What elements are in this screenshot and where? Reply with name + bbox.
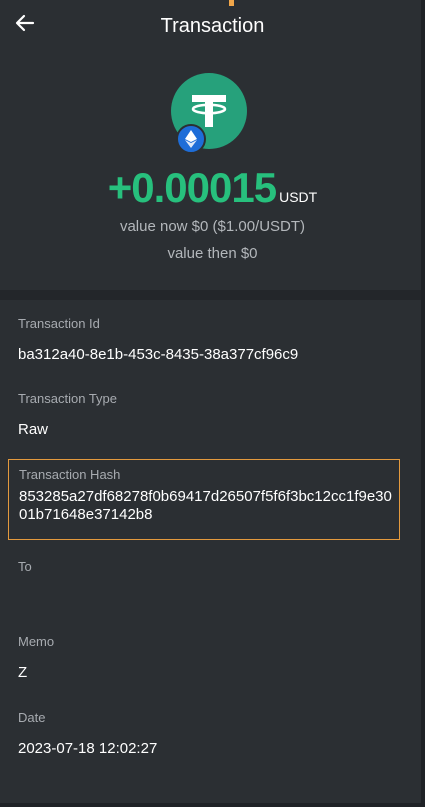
transaction-hash-value[interactable]: 853285a27df68278f0b69417d26507f5f6f3bc12… [19, 488, 399, 524]
right-edge-border [421, 0, 425, 807]
memo-field: Memo Z [18, 634, 408, 682]
transaction-type-value: Raw [18, 421, 49, 438]
page-title: Transaction [160, 15, 265, 37]
amount-unit: USDT [279, 189, 318, 205]
date-value: 2023-07-18 12:02:27 [18, 740, 158, 757]
amount-value: +0.00015 [107, 164, 277, 211]
transaction-id-label: Transaction Id [18, 316, 100, 331]
transaction-hash-field[interactable]: Transaction Hash 853285a27df68278f0b6941… [8, 459, 400, 540]
coin-avatar [171, 73, 247, 154]
memo-label: Memo [18, 634, 55, 649]
transaction-screen: Transaction +0.00015 USDT value now $0 ($… [0, 0, 425, 807]
ethereum-icon [176, 124, 206, 154]
date-field: Date 2023-07-18 12:02:27 [18, 710, 408, 758]
amount-display: +0.00015 USDT [0, 164, 425, 212]
header-bar: Transaction [0, 0, 425, 54]
value-then-text: value then $0 [167, 245, 258, 262]
to-field: To [18, 559, 408, 589]
transaction-id-field: Transaction Id ba312a40-8e1b-453c-8435-3… [18, 316, 408, 364]
section-divider [0, 290, 425, 300]
transaction-type-field: Transaction Type Raw [18, 391, 408, 439]
memo-value: Z [18, 664, 28, 681]
to-label: To [18, 559, 32, 574]
bottom-edge-border [0, 803, 425, 807]
value-now-text: value now $0 ($1.00/USDT) [119, 218, 306, 235]
transaction-type-label: Transaction Type [18, 391, 117, 406]
transaction-hash-label: Transaction Hash [19, 467, 121, 482]
transaction-id-value[interactable]: ba312a40-8e1b-453c-8435-38a377cf96c9 [18, 346, 408, 364]
date-label: Date [18, 710, 46, 725]
